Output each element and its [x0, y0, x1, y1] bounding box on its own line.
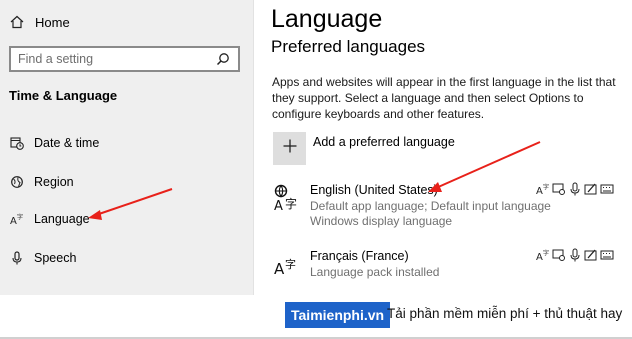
watermark-tagline: Tải phần mềm miễn phí + thủ thuật hay	[387, 306, 623, 321]
watermark-brand: Taimienphi.vn	[285, 302, 391, 328]
arrow-to-language-nav	[95, 188, 173, 216]
annotation-arrows	[88, 141, 541, 220]
arrow-to-english	[435, 141, 541, 189]
